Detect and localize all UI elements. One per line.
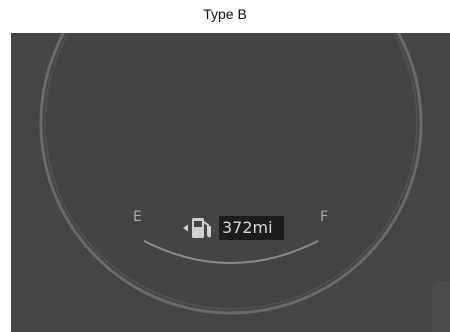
display-edge-tab [432,281,450,332]
fuel-pump-icon [183,218,211,238]
fuel-empty-label: E [133,209,142,225]
left-arrow-icon [183,224,188,232]
gauge-outer-ring [39,33,423,315]
distance-to-empty: 372mi [222,218,273,237]
gauge-graphics [39,33,423,315]
manual-figure: Type B E F 372mi [0,0,450,332]
fuel-full-label: F [320,209,329,225]
instrument-cluster-display: E F 372mi [11,33,450,332]
figure-caption: Type B [203,6,247,22]
